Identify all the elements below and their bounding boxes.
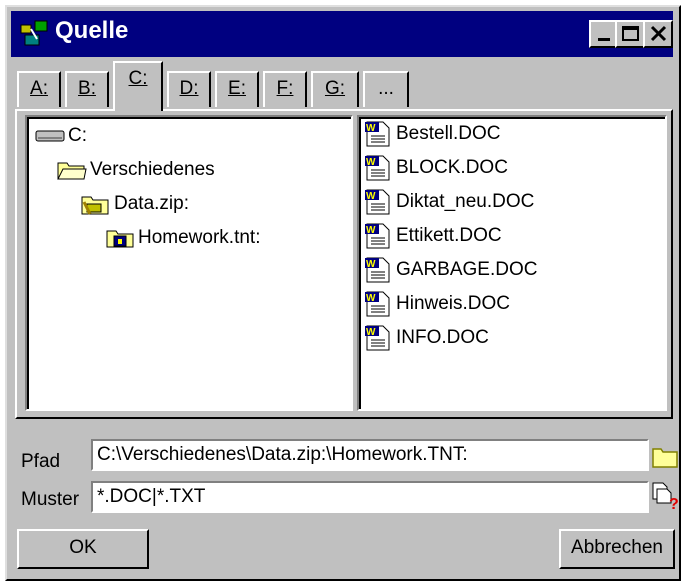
word-doc-icon: W [365,291,390,317]
maximize-button[interactable] [615,20,645,48]
folder-tree[interactable]: C: Verschiedenes Data.zip: Homework.tnt: [25,115,353,411]
close-icon [650,25,667,42]
title-bar[interactable]: Quelle [11,11,673,57]
file-item[interactable]: W Ettikett.DOC [363,221,502,251]
tree-node-data-zip[interactable]: Data.zip: [81,189,189,219]
file-name: Diktat_neu.DOC [396,191,535,212]
svg-text:?: ? [669,496,679,511]
file-filter-help-icon[interactable]: ? [651,481,681,511]
tab-a[interactable]: A: [17,71,61,107]
word-doc-icon: W [365,325,390,351]
file-item[interactable]: W GARBAGE.DOC [363,255,537,285]
tree-node-homework[interactable]: Homework.tnt: [105,223,260,253]
tree-node-label: Data.zip: [114,193,189,214]
svg-text:W: W [366,293,376,304]
tab-e[interactable]: E: [215,71,259,107]
tree-node-drive[interactable]: C: [35,121,87,151]
app-icon [20,20,48,46]
file-name: Ettikett.DOC [396,225,502,246]
svg-text:W: W [366,123,376,134]
mask-label: Muster [21,489,80,510]
file-name: GARBAGE.DOC [396,259,538,280]
maximize-icon [622,26,639,41]
file-name: Bestell.DOC [396,123,501,144]
tree-node-label: Homework.tnt: [138,227,261,248]
svg-text:W: W [366,327,376,338]
file-name: INFO.DOC [396,327,489,348]
word-doc-icon: W [365,121,390,147]
file-item[interactable]: W Bestell.DOC [363,119,501,149]
archive-icon [106,230,134,248]
svg-text:W: W [366,191,376,202]
tree-node-label: C: [68,125,87,146]
path-input[interactable]: C:\Verschiedenes\Data.zip:\Homework.TNT: [91,439,649,471]
svg-text:W: W [366,259,376,270]
drive-tabs: A: B: C: D: E: F: G: ... [11,59,673,111]
word-doc-icon: W [365,257,390,283]
word-doc-icon: W [365,155,390,181]
close-button[interactable] [643,20,673,48]
file-item[interactable]: W BLOCK.DOC [363,153,508,183]
tree-node-label: Verschiedenes [90,159,215,180]
file-item[interactable]: W INFO.DOC [363,323,489,353]
tab-f[interactable]: F: [263,71,307,107]
path-label: Pfad [21,451,61,472]
drive-icon [35,130,65,142]
cancel-button[interactable]: Abbrechen [559,529,675,569]
file-list[interactable]: W Bestell.DOC W BLOCK.DOC W Diktat_neu.DOC … [357,115,667,411]
file-item[interactable]: W Hinweis.DOC [363,289,510,319]
tab-g[interactable]: G: [311,71,359,107]
tab-b[interactable]: B: [65,71,109,107]
tab-c[interactable]: C: [113,61,163,111]
word-doc-icon: W [365,189,390,215]
browse-folder-icon[interactable] [651,443,679,469]
mask-input[interactable]: *.DOC|*.TXT [91,481,649,513]
dialog-window: Quelle A: B: C: D: E: F: G: ... C: Versc… [5,5,681,581]
svg-text:W: W [366,225,376,236]
window-title: Quelle [55,17,129,44]
zip-folder-icon [81,196,109,215]
ok-button[interactable]: OK [17,529,149,569]
svg-text:W: W [366,157,376,168]
tree-node-verschiedenes[interactable]: Verschiedenes [57,155,215,185]
word-doc-icon: W [365,223,390,249]
tab-d[interactable]: D: [167,71,211,107]
file-name: Hinweis.DOC [396,293,511,314]
tab-more[interactable]: ... [363,71,409,107]
file-item[interactable]: W Diktat_neu.DOC [363,187,534,217]
minimize-icon [598,38,610,41]
file-name: BLOCK.DOC [396,157,508,178]
folder-open-icon [57,162,87,180]
